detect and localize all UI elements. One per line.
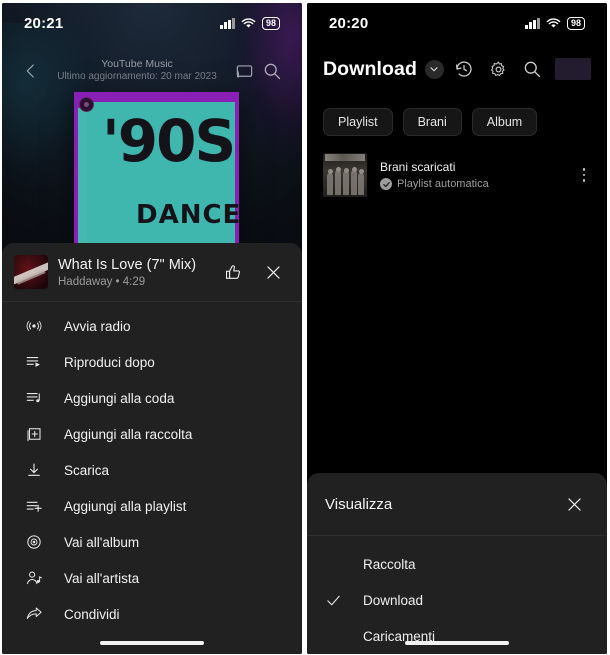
- right-phone-screen: 20:20 98 Download Playlist Brani Album B…: [307, 3, 607, 654]
- chevron-down-icon[interactable]: [424, 59, 444, 79]
- left-phone-screen: 20:21 98 YouTube Music Ultimo aggiorname…: [2, 3, 302, 654]
- view-option-raccolta[interactable]: Raccolta: [307, 546, 607, 582]
- menu-item-label: Condividi: [64, 606, 120, 622]
- left-app-header: YouTube Music Ultimo aggiornamento: 20 m…: [2, 51, 302, 91]
- song-info: What Is Love (7" Mix) Haddaway • 4:29: [58, 256, 208, 288]
- view-selection-sheet: Visualizza Raccolta Download Caricamenti: [307, 473, 607, 654]
- check-circle-icon: [380, 178, 392, 190]
- chevron-left-icon[interactable]: [18, 58, 44, 84]
- wifi-icon: [241, 17, 256, 29]
- menu-item-label: Riproduci dopo: [64, 354, 155, 370]
- song-action-sheet: What Is Love (7" Mix) Haddaway • 4:29 Av…: [2, 243, 302, 654]
- battery-level: 98: [570, 17, 581, 28]
- search-icon[interactable]: [517, 54, 547, 84]
- chip-playlist[interactable]: Playlist: [323, 108, 393, 136]
- view-options-list: Raccolta Download Caricamenti: [307, 536, 607, 654]
- status-indicators: 98: [220, 16, 280, 30]
- add-to-library-icon: [22, 422, 46, 446]
- play-next-icon: [22, 350, 46, 374]
- menu-item-aggiungi-alla-raccolta[interactable]: Aggiungi alla raccolta: [2, 416, 302, 452]
- playlist-subtitle-row: Playlist automatica: [380, 178, 571, 190]
- wifi-icon: [546, 17, 561, 29]
- menu-item-vai-all-album[interactable]: Vai all'album: [2, 524, 302, 560]
- left-status-bar: 20:21 98: [2, 3, 302, 43]
- status-indicators: 98: [525, 16, 585, 30]
- add-to-playlist-icon: [22, 494, 46, 518]
- menu-item-condividi[interactable]: Condividi: [2, 596, 302, 632]
- app-name: YouTube Music: [101, 58, 173, 71]
- album-artwork: '90S DANCE: [74, 92, 242, 256]
- menu-item-aggiungi-alla-coda[interactable]: Aggiungi alla coda: [2, 380, 302, 416]
- close-icon[interactable]: [559, 489, 589, 519]
- menu-item-aggiungi-alla-playlist[interactable]: Aggiungi alla playlist: [2, 488, 302, 524]
- right-app-header: Download: [307, 47, 607, 91]
- dual-screenshot-stage: 20:21 98 YouTube Music Ultimo aggiorname…: [0, 0, 610, 655]
- gear-icon[interactable]: [483, 54, 513, 84]
- menu-item-label: Aggiungi alla coda: [64, 390, 175, 406]
- menu-item-label: Aggiungi alla playlist: [64, 498, 187, 514]
- sheet-header: Visualizza: [307, 473, 607, 536]
- view-option-download[interactable]: Download: [307, 582, 607, 618]
- artist-icon: [22, 566, 46, 590]
- view-option-caricamenti[interactable]: Caricamenti: [307, 618, 607, 654]
- kebab-menu-icon[interactable]: [571, 158, 597, 192]
- add-to-queue-icon: [22, 386, 46, 410]
- thumbs-up-icon[interactable]: [218, 257, 248, 287]
- home-indicator[interactable]: [405, 641, 509, 645]
- menu-item-label: Avvia radio: [64, 318, 131, 334]
- menu-item-vai-all-artista[interactable]: Vai all'artista: [2, 560, 302, 596]
- sheet-title: Visualizza: [325, 495, 393, 513]
- avatar[interactable]: [555, 58, 591, 80]
- artwork-title-line2: DANCE: [136, 200, 242, 230]
- menu-item-label: Vai all'album: [64, 534, 140, 550]
- chip-album[interactable]: Album: [471, 108, 538, 136]
- share-icon: [22, 602, 46, 626]
- song-subtitle: Haddaway • 4:29: [58, 276, 146, 289]
- check-icon: [325, 592, 351, 609]
- playlist-title: Brani scaricati: [380, 160, 456, 174]
- cast-icon[interactable]: [230, 57, 258, 85]
- artwork-badge: [79, 97, 94, 112]
- playlist-info: Brani scaricati Playlist automatica: [380, 160, 571, 190]
- menu-item-label: Vai all'artista: [64, 570, 140, 586]
- status-time: 20:20: [329, 14, 369, 32]
- chip-label: Brani: [417, 115, 447, 129]
- list-item[interactable]: Brani scaricati Playlist automatica: [323, 153, 597, 197]
- search-icon[interactable]: [258, 57, 286, 85]
- radio-icon: [22, 314, 46, 338]
- battery-icon: 98: [261, 16, 280, 30]
- status-time: 20:21: [24, 14, 64, 32]
- playlist-thumbnail: [323, 153, 367, 197]
- view-option-label: Download: [363, 592, 424, 608]
- song-thumbnail: [14, 255, 48, 289]
- battery-level: 98: [265, 17, 276, 28]
- menu-item-label: Aggiungi alla raccolta: [64, 426, 193, 442]
- battery-icon: 98: [566, 16, 585, 30]
- view-option-label: Raccolta: [363, 556, 416, 572]
- album-icon: [22, 530, 46, 554]
- menu-item-avvia-radio[interactable]: Avvia radio: [2, 308, 302, 344]
- home-indicator[interactable]: [100, 641, 204, 645]
- page-title[interactable]: Download: [323, 58, 417, 81]
- action-menu-list: Avvia radio Riproduci dopo Aggiungi alla…: [2, 302, 302, 632]
- download-icon: [22, 458, 46, 482]
- right-status-bar: 20:20 98: [307, 3, 607, 43]
- chip-brani[interactable]: Brani: [402, 108, 462, 136]
- artwork-title-line1: '90S: [102, 107, 236, 175]
- history-icon[interactable]: [449, 54, 479, 84]
- close-icon[interactable]: [258, 257, 288, 287]
- filter-chip-row: Playlist Brani Album: [323, 108, 591, 136]
- chip-label: Album: [486, 115, 523, 129]
- header-title-block: YouTube Music Ultimo aggiornamento: 20 m…: [44, 58, 230, 84]
- signal-icon: [220, 17, 235, 29]
- signal-icon: [525, 17, 540, 29]
- menu-item-scarica[interactable]: Scarica: [2, 452, 302, 488]
- sheet-header: What Is Love (7" Mix) Haddaway • 4:29: [2, 243, 302, 302]
- playlist-subtitle: Playlist automatica: [397, 178, 489, 190]
- menu-item-riproduci-dopo[interactable]: Riproduci dopo: [2, 344, 302, 380]
- song-title: What Is Love (7" Mix): [58, 256, 197, 273]
- last-update-label: Ultimo aggiornamento: 20 mar 2023: [57, 71, 217, 83]
- menu-item-label: Scarica: [64, 462, 110, 478]
- chip-label: Playlist: [338, 115, 378, 129]
